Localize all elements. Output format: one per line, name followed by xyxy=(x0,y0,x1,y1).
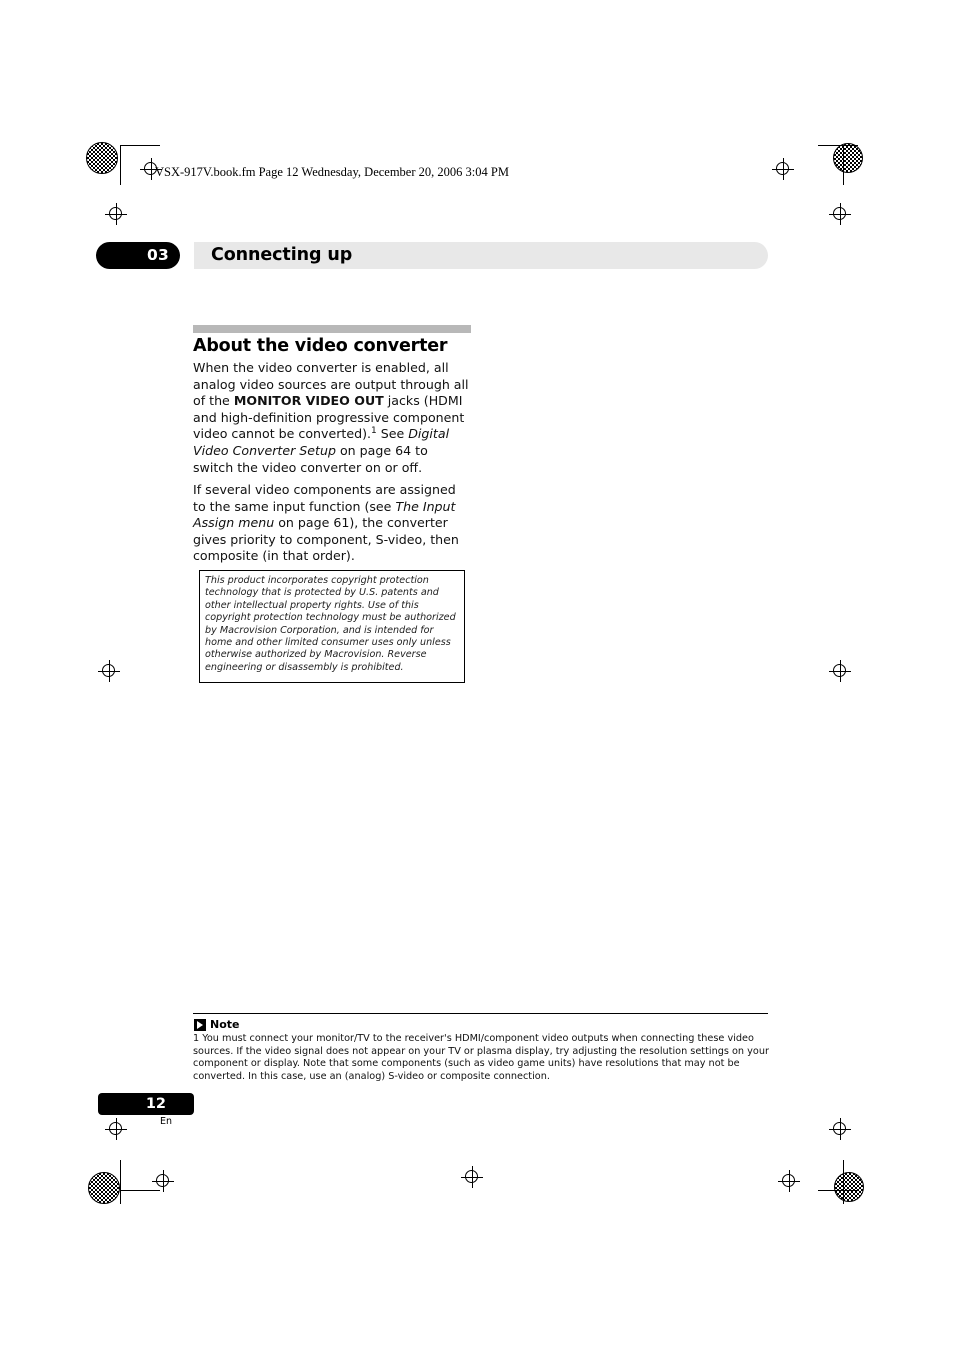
crosshair-top-right xyxy=(772,158,794,180)
note-body: 1 You must connect your monitor/TV to th… xyxy=(193,1033,769,1082)
trim-line-bottom-left-v xyxy=(120,1160,121,1204)
chapter-number: 03 xyxy=(147,246,169,264)
crosshair-left-lower xyxy=(105,1118,127,1140)
trim-line-top-left-h xyxy=(120,145,160,146)
chapter-title: Connecting up xyxy=(211,245,353,265)
registration-mark-bottom-left xyxy=(88,1172,120,1204)
crosshair-bottom-left xyxy=(152,1170,174,1192)
note-separator-rule xyxy=(193,1013,768,1014)
crosshair-right-middle xyxy=(829,660,851,682)
body-paragraph-2: If several video components are assigned… xyxy=(193,482,459,564)
trim-line-bottom-left-h xyxy=(120,1190,160,1191)
page-number-badge: 12 xyxy=(98,1093,194,1115)
note-icon xyxy=(194,1019,206,1031)
section-title: About the video converter xyxy=(193,336,448,356)
crosshair-right-upper xyxy=(829,203,851,225)
registration-mark-bottom-right xyxy=(834,1172,864,1202)
section-rule xyxy=(193,325,471,333)
crosshair-left-middle xyxy=(98,660,120,682)
page-number: 12 xyxy=(145,1096,166,1112)
crosshair-bottom-center xyxy=(461,1166,483,1188)
trim-line-bottom-right-v xyxy=(843,1160,844,1204)
trim-line-top-left-v xyxy=(120,145,121,185)
page-language-code: En xyxy=(160,1116,173,1127)
trim-line-top-right-v xyxy=(843,145,844,185)
file-header-line: VSX-917V.book.fm Page 12 Wednesday, Dece… xyxy=(155,165,509,179)
crosshair-left-upper xyxy=(105,203,127,225)
note-label: Note xyxy=(210,1018,240,1031)
crosshair-bottom-right xyxy=(778,1170,800,1192)
trim-line-top-right-h xyxy=(818,145,858,146)
chapter-number-badge: 03 xyxy=(96,242,180,269)
body-paragraph-1: When the video converter is enabled, all… xyxy=(193,360,469,475)
document-page: VSX-917V.book.fm Page 12 Wednesday, Dece… xyxy=(0,0,954,1351)
crosshair-right-lower xyxy=(829,1118,851,1140)
macrovision-notice-text: This product incorporates copyright prot… xyxy=(205,575,456,673)
trim-line-bottom-right-h xyxy=(818,1190,858,1191)
registration-mark-top-right xyxy=(833,143,863,173)
registration-mark-top-left xyxy=(86,142,118,174)
